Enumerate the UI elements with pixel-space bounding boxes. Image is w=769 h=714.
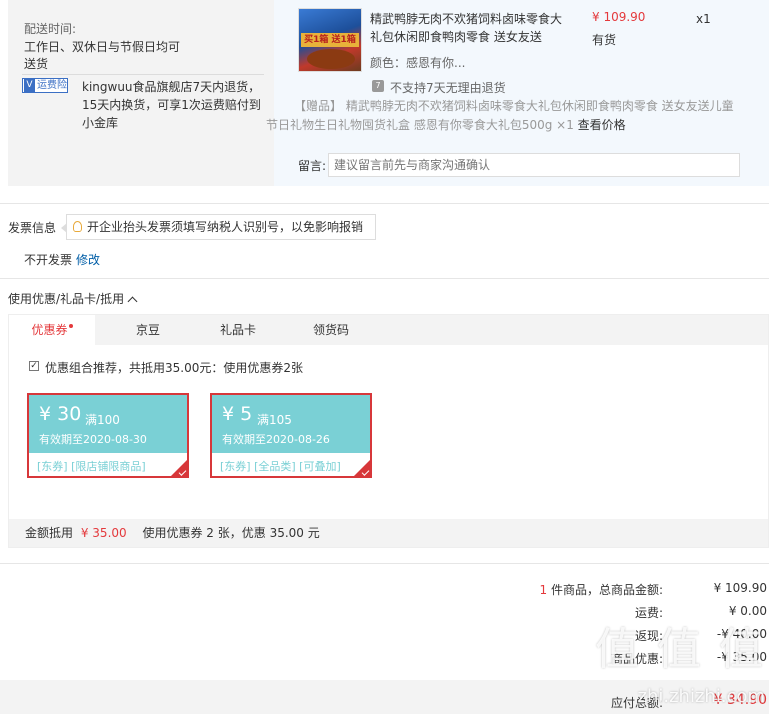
- discount-value: -¥ 35.00: [716, 650, 767, 664]
- check-price-link[interactable]: 查看价格: [578, 118, 626, 132]
- tab-label: 京豆: [135, 323, 160, 337]
- product-title[interactable]: 礼包休闲即食鸭肉零食 送女友送: [370, 28, 542, 45]
- product-color: 颜色：感恩有你...: [370, 56, 466, 70]
- tab-jingdou[interactable]: 京豆: [105, 315, 191, 345]
- invoice-edit-link[interactable]: 修改: [76, 251, 100, 268]
- insurance-policy-line: kingwuu食品旗舰店7天内退货，: [82, 80, 261, 94]
- invoice-tip-text: 开企业抬头发票须填写纳税人识别号，以免影响报销: [87, 220, 364, 234]
- deduct-amount: ¥ 35.00: [80, 526, 127, 540]
- tab-gift-card[interactable]: 礼品卡: [195, 315, 281, 345]
- deduction-bar: 金额抵用 ¥ 35.00 使用优惠券 2 张，优惠 35.00 元: [9, 519, 768, 547]
- item-count: 1: [539, 583, 548, 597]
- invoice-value: 不开发票: [24, 253, 73, 267]
- food-image: [307, 49, 355, 69]
- coupon-card-header: ¥ 30 满100 有效期至2020-08-30: [29, 395, 187, 453]
- product-price: ¥ 109.90: [592, 10, 646, 24]
- delivery-time-line: 工作日、双休日与节假日均可: [24, 40, 181, 54]
- tab-redeem-code[interactable]: 领货码: [288, 315, 374, 345]
- no-return-icon: 7: [372, 80, 384, 92]
- lightbulb-icon: [73, 221, 82, 232]
- combo-checkbox[interactable]: ✓: [29, 361, 39, 371]
- item-total-text: 件商品，总商品金额:: [550, 583, 663, 597]
- gift-description: 节日礼物生日礼物囤货礼盒 感恩有你零食大礼包500g ×1: [266, 118, 574, 132]
- invoice-tip: 开企业抬头发票须填写纳税人识别号，以免影响报销: [61, 214, 376, 240]
- coupon-card-header: ¥ 5 满105 有效期至2020-08-26: [212, 395, 370, 453]
- chevron-up-icon: [127, 296, 138, 307]
- product-thumbnail[interactable]: 买1箱 送1箱: [298, 8, 362, 72]
- order-block: 配送时间: 工作日、双休日与节假日均可 送货 V 运费险 kingwuu食品旗舰…: [8, 0, 769, 186]
- freight-label: 运费:: [634, 606, 663, 620]
- deduct-description: 使用优惠券 2 张，优惠 35.00 元: [142, 526, 320, 540]
- item-panel: 买1箱 送1箱 精武鸭脖无肉不欢猪饲料卤味零食大 礼包休闲即食鸭肉零食 送女友送…: [266, 0, 769, 186]
- coupon-condition: 满105: [257, 413, 292, 427]
- item-total-value: ¥ 109.90: [713, 581, 767, 595]
- invoice-title: 发票信息: [8, 221, 57, 235]
- delivery-time-line: 送货: [24, 57, 49, 71]
- gift-line: 节日礼物生日礼物囤货礼盒 感恩有你零食大礼包500g ×1 查看价格: [266, 116, 626, 133]
- coupon-validity: 有效期至2020-08-26: [222, 433, 330, 446]
- tip-arrow: [61, 223, 67, 233]
- freight-value: ¥ 0.00: [728, 604, 767, 618]
- remark-input[interactable]: [328, 153, 740, 177]
- coupon-section-toggle[interactable]: 使用优惠/礼品卡/抵用: [8, 290, 138, 307]
- gift-tag: 【赠品】: [294, 99, 343, 113]
- insurance-policy-line: 15天内换货，可享1次运费赔付到: [82, 98, 261, 112]
- discount-label: 商品优惠:: [610, 652, 663, 666]
- stock-status: 有货: [592, 33, 617, 47]
- coupon-area: 优惠券 京豆 礼品卡 领货码 ✓ 优惠组合推荐，共抵用35.00元：使用优惠券2…: [8, 314, 769, 548]
- coupon-section-title: 使用优惠/礼品卡/抵用: [8, 292, 125, 306]
- freight-insurance-badge[interactable]: V 运费险: [22, 78, 68, 93]
- delivery-label: 配送时间:: [24, 22, 77, 36]
- payable-label: 应付总额:: [610, 696, 663, 710]
- gift-description: 精武鸭脖无肉不欢猪饲料卤味零食大礼包休闲即食鸭肉零食 送女友送儿童: [345, 99, 734, 113]
- tab-label: 领货码: [312, 323, 349, 337]
- coupon-tabbar: 优惠券 京豆 礼品卡 领货码: [9, 315, 768, 345]
- coupon-condition: 满100: [85, 413, 120, 427]
- tab-label: 优惠券: [31, 323, 68, 337]
- coupon-amount: ¥ 30: [39, 403, 82, 425]
- no-return-notice: 不支持7天无理由退货: [390, 81, 506, 95]
- payable-value: ¥ 34.90: [713, 692, 767, 708]
- insurance-badge-label: 运费险: [37, 80, 67, 91]
- divider: [0, 203, 769, 204]
- divider: [0, 278, 769, 279]
- shop-panel: 配送时间: 工作日、双休日与节假日均可 送货 V 运费险 kingwuu食品旗舰…: [8, 0, 274, 186]
- insurance-icon: V: [24, 79, 35, 92]
- item-total-label: 1 件商品，总商品金额:: [539, 581, 663, 598]
- coupon-card[interactable]: ¥ 30 满100 有效期至2020-08-30 [东券] [限店铺限商品]: [27, 393, 189, 478]
- gift-line: 【赠品】 精武鸭脖无肉不欢猪饲料卤味零食大礼包休闲即食鸭肉零食 送女友送儿童: [294, 97, 734, 114]
- coupon-amount: ¥ 5: [222, 403, 253, 425]
- deduct-label: 金额抵用: [25, 526, 74, 540]
- new-dot-icon: [68, 324, 73, 328]
- cashback-label: 返现:: [634, 629, 663, 643]
- product-quantity: x1: [696, 12, 711, 26]
- product-title[interactable]: 精武鸭脖无肉不欢猪饲料卤味零食大: [370, 10, 562, 27]
- remark-label: 留言:: [298, 159, 327, 173]
- divider: [0, 563, 769, 564]
- thumbnail-banner: 买1箱 送1箱: [301, 33, 359, 47]
- coupon-validity: 有效期至2020-08-30: [39, 433, 147, 446]
- combo-recommendation: 优惠组合推荐，共抵用35.00元：使用优惠券2张: [45, 361, 303, 375]
- coupon-tags: [东券] [全品类] [可叠加]: [220, 460, 341, 473]
- coupon-tags: [东券] [限店铺限商品]: [37, 460, 146, 473]
- divider: [22, 74, 264, 75]
- insurance-policy-line: 小金库: [82, 116, 119, 130]
- tab-label: 礼品卡: [219, 323, 256, 337]
- tab-coupons[interactable]: 优惠券: [9, 315, 95, 345]
- coupon-card[interactable]: ¥ 5 满105 有效期至2020-08-26 [东券] [全品类] [可叠加]: [210, 393, 372, 478]
- cashback-value: -¥ 40.00: [716, 627, 767, 641]
